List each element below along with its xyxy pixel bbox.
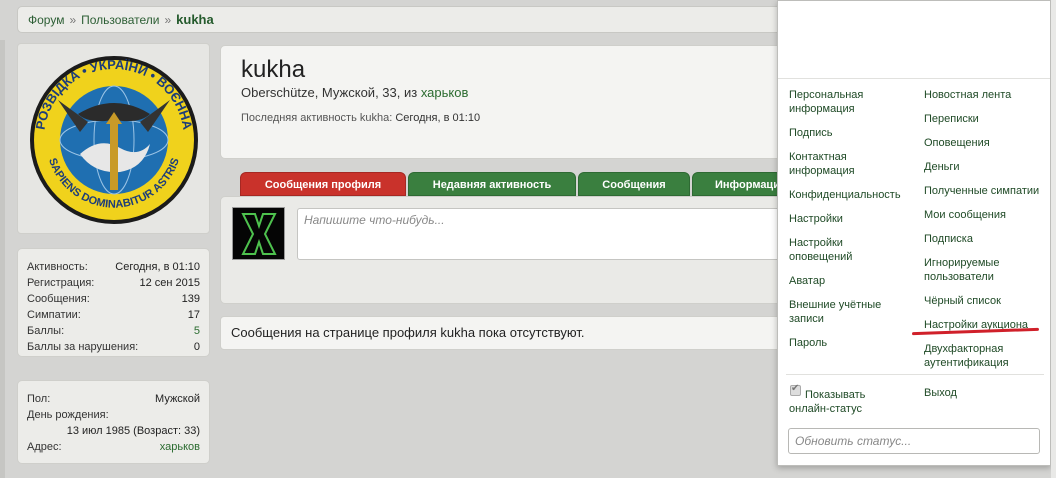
stat-label: Баллы: (27, 325, 65, 337)
stat-value[interactable]: 139 (182, 293, 200, 305)
about-row-birthday: 13 июл 1985 (Возраст: 33) (18, 423, 209, 439)
about-value: 13 июл 1985 (Возраст: 33) (66, 425, 200, 437)
about-row-address: Адрес: харьков (18, 439, 209, 455)
menu-item-my-messages[interactable]: Мои сообщения (924, 208, 1044, 222)
stat-label: Баллы за нарушения: (27, 341, 139, 353)
username: kukha (241, 56, 306, 83)
menu-item-blacklist[interactable]: Чёрный список (924, 294, 1044, 308)
tab-profile-posts[interactable]: Сообщения профиля (240, 172, 406, 196)
right-edge-strip (1051, 0, 1056, 478)
stats-box: Активность: Сегодня, в 01:10 Регистрация:… (17, 248, 210, 357)
tab-messages[interactable]: Сообщения (578, 172, 690, 196)
stat-value: Сегодня, в 01:10 (115, 261, 200, 273)
user-avatar-small (232, 207, 285, 260)
last-activity: Последняя активность kukha: Сегодня, в 0… (241, 112, 480, 124)
stat-row-likes: Симпатии: 17 (18, 307, 209, 323)
last-activity-value: Сегодня, в 01:10 (395, 112, 481, 124)
menu-divider (786, 374, 1044, 375)
profile-header: kukha Oberschütze, Мужской, 33, из харьк… (220, 45, 790, 159)
overlay-patch (1001, 102, 1046, 135)
breadcrumb-separator: » (164, 12, 172, 27)
stat-row-registration: Регистрация: 12 сен 2015 (18, 275, 209, 291)
stat-value: 0 (193, 341, 200, 353)
show-online-label[interactable]: Показывать онлайн-статус (789, 388, 909, 416)
last-activity-label: Последняя активность kukha: (241, 112, 393, 124)
about-label: Пол: (27, 393, 51, 405)
post-input[interactable]: Напишите что-нибудь... (297, 208, 797, 260)
about-value[interactable]: харьков (160, 441, 200, 453)
breadcrumb-current[interactable]: kukha (176, 12, 214, 27)
menu-item-news-feed[interactable]: Новостная лента (924, 88, 1044, 102)
menu-item-alerts[interactable]: Оповещения (924, 136, 1044, 150)
stat-label: Сообщения: (27, 293, 90, 305)
breadcrumb-item-users[interactable]: Пользователи (81, 13, 159, 27)
stat-row-violation-points: Баллы за нарушения: 0 (18, 339, 209, 355)
breadcrumb-separator: » (69, 12, 77, 27)
user-info: Oberschütze, Мужской, 33, из харьков (241, 85, 468, 100)
user-city-link[interactable]: харьков (421, 85, 469, 100)
menu-item-two-factor-auth[interactable]: Двухфакторная аутентификация (924, 342, 1049, 370)
about-box: Пол: Мужской День рождения: 13 июл 1985 (… (17, 380, 210, 464)
menu-item-avatar[interactable]: Аватар (789, 274, 909, 288)
menu-item-ignored-users[interactable]: Игнорируемые пользователи (924, 256, 1034, 284)
about-label: Адрес: (27, 441, 62, 453)
breadcrumb: Форум » Пользователи » kukha (17, 6, 809, 33)
stat-value: 12 сен 2015 (139, 277, 200, 289)
x-files-logo-icon (233, 208, 284, 259)
menu-item-privacy[interactable]: Конфиденциальность (789, 188, 919, 202)
about-label: День рождения: (27, 409, 109, 421)
stat-row-messages: Сообщения: 139 (18, 291, 209, 307)
menu-top-area (778, 1, 1050, 79)
menu-item-logout[interactable]: Выход (924, 386, 1044, 400)
menu-item-likes-received[interactable]: Полученные симпатии (924, 184, 1049, 198)
no-messages-text: Сообщения на странице профиля kukha пока… (220, 316, 790, 350)
menu-item-external-accounts[interactable]: Внешние учётные записи (789, 298, 909, 326)
tab-recent-activity[interactable]: Недавняя активность (408, 172, 576, 196)
tab-information[interactable]: Информация (692, 172, 782, 196)
menu-item-signature[interactable]: Подпись (789, 126, 909, 140)
military-intelligence-emblem: РОЗВІДКА • УКРАЇНИ • ВОЄННА SAPIENS DOMI… (30, 56, 198, 224)
menu-item-money[interactable]: Деньги (924, 160, 1044, 174)
menu-item-contact-info[interactable]: Контактная информация (789, 150, 909, 178)
stat-label: Регистрация: (27, 277, 95, 289)
breadcrumb-item-forum[interactable]: Форум (28, 13, 64, 27)
account-dropdown-menu: Персональная информация Подпись Контактн… (777, 0, 1051, 466)
stat-label: Активность: (27, 261, 88, 273)
about-value: Мужской (155, 393, 200, 405)
status-input[interactable]: Обновить статус... (788, 428, 1040, 454)
stat-row-activity: Активность: Сегодня, в 01:10 (18, 259, 209, 275)
menu-item-notification-settings[interactable]: Настройки оповещений (789, 236, 899, 264)
stat-label: Симпатии: (27, 309, 81, 321)
stat-value: 17 (187, 309, 200, 321)
left-strip (0, 40, 5, 478)
post-box: Напишите что-нибудь... (220, 196, 797, 304)
user-info-text: Oberschütze, Мужской, 33, из (241, 85, 421, 100)
menu-item-personal-info[interactable]: Персональная информация (789, 88, 909, 116)
stat-value[interactable]: 5 (194, 325, 200, 337)
profile-avatar[interactable]: РОЗВІДКА • УКРАЇНИ • ВОЄННА SAPIENS DOMI… (17, 43, 210, 234)
menu-item-settings[interactable]: Настройки (789, 212, 909, 226)
menu-item-subscription[interactable]: Подписка (924, 232, 1044, 246)
about-row-gender: Пол: Мужской (18, 391, 209, 407)
menu-item-password[interactable]: Пароль (789, 336, 909, 350)
about-row-birthday-label: День рождения: (18, 407, 209, 423)
stat-row-points: Баллы: 5 (18, 323, 209, 339)
